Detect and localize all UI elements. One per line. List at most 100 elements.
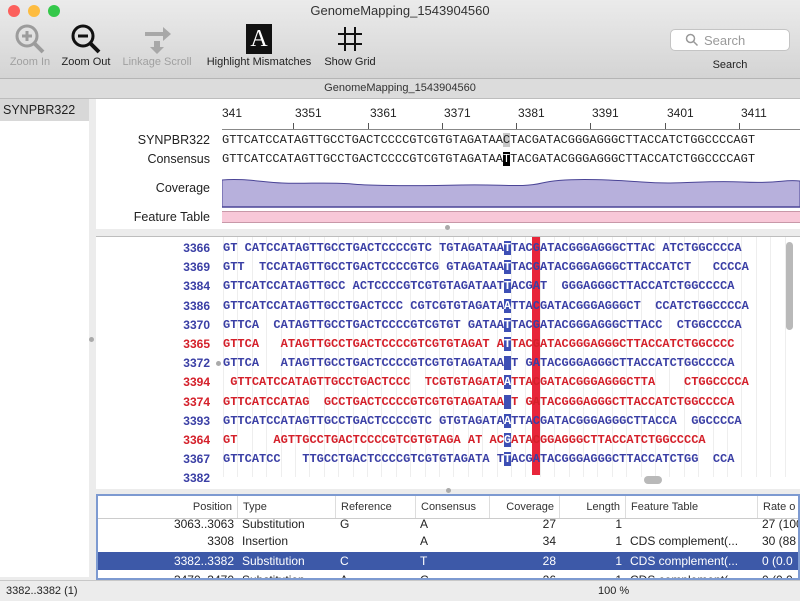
search-label: Search bbox=[712, 59, 748, 71]
search-icon bbox=[685, 33, 699, 47]
read-sequence[interactable]: GT AGTTGCCTGACTCCCCGTCGTGTAGA AT ACGATAC… bbox=[223, 433, 706, 447]
table-row[interactable]: 3308 Insertion A 34 1 CDS complement(... 30 (8… bbox=[98, 532, 798, 550]
grid-line bbox=[755, 237, 757, 477]
table-row[interactable]: 3470..3470 Substitution A C 26 1 CDS complemen… bbox=[98, 571, 798, 580]
splitter-grip-dot[interactable] bbox=[89, 337, 94, 342]
coverage-track-label: Coverage bbox=[155, 181, 210, 195]
ruler-number: 3371 bbox=[444, 106, 471, 120]
read-label[interactable]: 3365 bbox=[116, 337, 210, 351]
ruler-number: 3381 bbox=[518, 106, 545, 120]
read-label[interactable]: 3382 bbox=[116, 471, 210, 485]
linkage-scroll-icon bbox=[118, 22, 196, 56]
zoom-level: 100 % bbox=[598, 585, 630, 597]
document-tab[interactable]: GenomeMapping_1543904560 bbox=[0, 79, 800, 99]
read-label[interactable]: 3386 bbox=[116, 299, 210, 313]
feature-track-label: Feature Table bbox=[133, 210, 210, 224]
table-cell: 0 (0.0 bbox=[762, 554, 793, 568]
highlight-mismatches-glyph: A bbox=[246, 24, 272, 54]
read-label[interactable]: 3374 bbox=[116, 395, 210, 409]
read-label[interactable]: 3367 bbox=[116, 452, 210, 466]
table-cell: G bbox=[340, 517, 350, 531]
grid-line bbox=[770, 237, 772, 477]
table-cell: 0 (0.0 bbox=[762, 573, 793, 580]
zoom-in-icon bbox=[4, 22, 56, 56]
read-label[interactable]: 3369 bbox=[116, 260, 210, 274]
column-resize-dot[interactable] bbox=[216, 361, 221, 366]
search-placeholder: Search bbox=[704, 32, 746, 48]
table-cell: A bbox=[420, 534, 429, 548]
read-sequence[interactable]: GTTCA ATAGTTGCCTGACTCCCCGTCGTGTAGATAA T … bbox=[223, 356, 734, 371]
table-cell: 26 bbox=[542, 573, 556, 580]
read-label[interactable]: 3394 bbox=[116, 375, 210, 389]
table-cell: C bbox=[340, 554, 349, 568]
window-toolbar: GenomeMapping_1543904560 Zoom In Zoom Ou… bbox=[0, 0, 800, 79]
panel-resize-dot[interactable] bbox=[445, 225, 450, 230]
linkage-scroll-button[interactable]: Linkage Scroll bbox=[118, 22, 196, 68]
linkage-scroll-label: Linkage Scroll bbox=[122, 56, 192, 68]
vertical-scrollbar[interactable] bbox=[786, 242, 793, 330]
table-cell: T bbox=[420, 554, 428, 568]
table-row[interactable]: 3063..3063 Substitution G A 27 1 27 (100 bbox=[98, 515, 798, 533]
reference-sequence: GTTCATCCATAGTTGCCTGACTCCCCGTCGTGTAGATAAC… bbox=[222, 133, 756, 147]
read-sequence[interactable]: GTTCA ATAGTTGCCTGACTCCCCGTCGTGTAGAT ATTA… bbox=[223, 337, 734, 351]
read-sequence[interactable]: GTTCATCC TTGCCTGACTCCCCGTCGTGTAGATA TTAC… bbox=[223, 452, 734, 467]
zoom-in-button[interactable]: Zoom In bbox=[4, 22, 56, 68]
zoom-in-label: Zoom In bbox=[9, 56, 51, 68]
table-cell: 1 bbox=[615, 534, 622, 548]
sequence-list-item[interactable]: SYNPBR322 bbox=[0, 99, 89, 121]
zoom-out-button[interactable]: Zoom Out bbox=[58, 22, 114, 68]
read-label[interactable]: 3372 bbox=[116, 356, 210, 370]
show-grid-label: Show Grid bbox=[324, 56, 376, 68]
overview-panel: 341 3351 3361 3371 3381 3391 3401 3411 SYNPBR3… bbox=[96, 99, 800, 230]
show-grid-button[interactable]: Show Grid bbox=[322, 22, 378, 68]
read-sequence[interactable]: GTT TCCATAGTTGCCTGACTCCCCGTCG GTAGATAATT… bbox=[223, 260, 749, 275]
read-label[interactable]: 3370 bbox=[116, 318, 210, 332]
table-cell: CDS complement(... bbox=[630, 573, 739, 580]
ruler-number: 3401 bbox=[667, 106, 694, 120]
table-resize-dot[interactable] bbox=[446, 488, 451, 493]
table-cell: Insertion bbox=[242, 534, 289, 548]
table-cell: 1 bbox=[615, 554, 622, 568]
table-row[interactable]: 3382..3382 Substitution C T 28 1 CDS complemen… bbox=[98, 552, 798, 570]
sequence-list: SYNPBR322 bbox=[0, 99, 90, 577]
read-label[interactable]: 3393 bbox=[116, 414, 210, 428]
ruler-number: 3411 bbox=[741, 106, 767, 120]
splitter-handle[interactable] bbox=[89, 99, 95, 577]
horizontal-scrollbar[interactable] bbox=[644, 476, 662, 484]
reads-panel: 3366 GT CATCCATAGTTGCCTGACTCCCCGTC TGTAGA… bbox=[96, 236, 800, 489]
ruler-number: 3391 bbox=[592, 106, 619, 120]
read-sequence[interactable]: GT CATCCATAGTTGCCTGACTCCCCGTC TGTAGATAAT… bbox=[223, 241, 742, 255]
table-cell: 3470..3470 bbox=[173, 573, 234, 580]
read-sequence[interactable]: GTTCATCCATAG GCCTGACTCCCCGTCGTGTAGATAA T… bbox=[223, 394, 734, 409]
read-sequence[interactable]: GTTCATCCATAGTTGCC ACTCCCCGTCGTGTAGATAATT… bbox=[223, 279, 734, 294]
highlight-mismatches-label: Highlight Mismatches bbox=[206, 56, 312, 68]
table-cell: 27 (100 bbox=[762, 517, 800, 531]
read-label[interactable]: 3384 bbox=[116, 279, 210, 293]
highlight-mismatches-button[interactable]: A Highlight Mismatches bbox=[200, 22, 318, 68]
table-cell: 27 bbox=[542, 517, 556, 531]
table-cell: 34 bbox=[542, 534, 556, 548]
zoom-out-icon bbox=[58, 22, 114, 56]
ruler-line bbox=[222, 129, 800, 130]
coverage-graph bbox=[222, 178, 800, 208]
read-label[interactable]: 3364 bbox=[116, 433, 210, 447]
variants-table: Position Type Reference Consensus Coverage Le… bbox=[96, 494, 800, 580]
table-cell: CDS complement(... bbox=[630, 554, 739, 568]
search-input[interactable]: Search bbox=[670, 29, 790, 51]
table-cell: A bbox=[420, 517, 429, 531]
table-cell: 1 bbox=[615, 573, 622, 580]
table-cell: CDS complement(... bbox=[630, 534, 739, 548]
ruler-number: 341 bbox=[222, 106, 243, 120]
read-sequence[interactable]: GTTCATCCATAGTTGCCTGACTCCC TCGTGTAGATAATT… bbox=[223, 375, 749, 390]
read-sequence[interactable]: GTTCA CATAGTTGCCTGACTCCCCGTCGTGT GATAATT… bbox=[223, 317, 742, 332]
read-sequence[interactable]: GTTCATCCATAGTTGCCTGACTCCC CGTCGTGTAGATAA… bbox=[223, 298, 749, 313]
highlight-mismatches-icon: A bbox=[200, 22, 318, 56]
read-label[interactable]: 3366 bbox=[116, 241, 210, 255]
reference-track-label: SYNPBR322 bbox=[137, 133, 210, 147]
table-cell: 3063..3063 bbox=[173, 517, 234, 531]
feature-bar[interactable] bbox=[222, 211, 800, 223]
read-sequence[interactable]: GTTCATCCATAGTTGCCTGACTCCCCGTC GTGTAGATAA… bbox=[223, 413, 742, 428]
table-cell: Substitution bbox=[242, 517, 305, 531]
table-cell: Substitution bbox=[242, 573, 305, 580]
table-cell: 3382..3382 bbox=[173, 554, 234, 568]
